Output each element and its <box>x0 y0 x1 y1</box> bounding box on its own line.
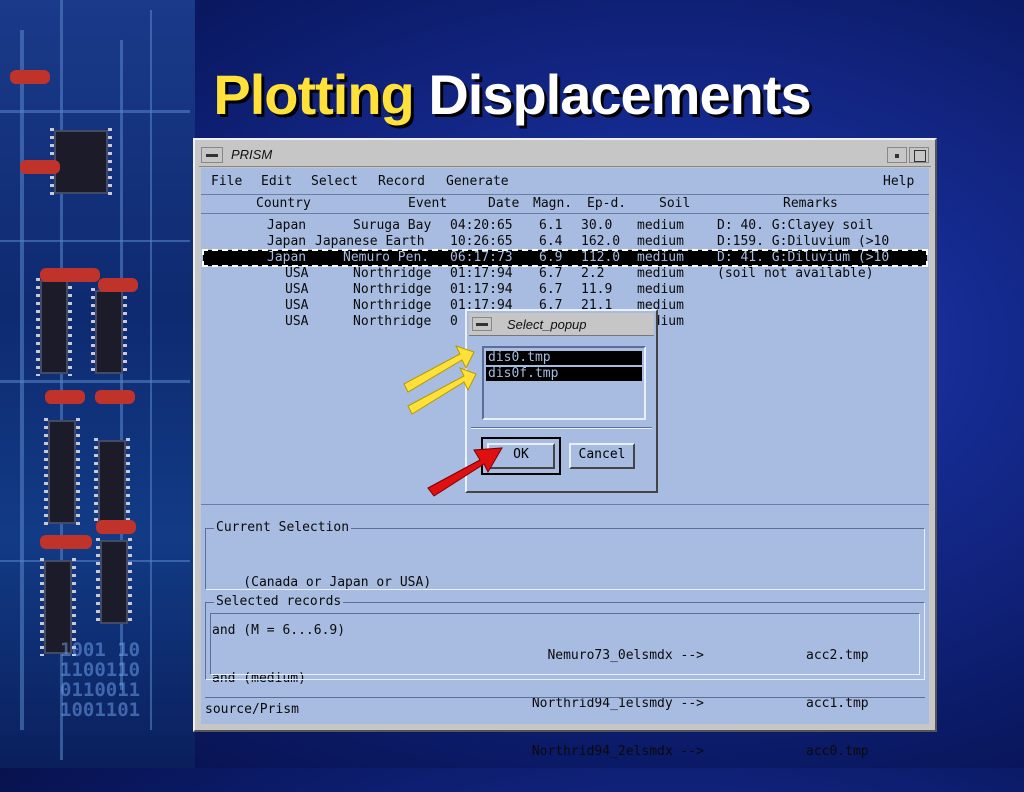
cell-epd: 162.0 <box>581 234 621 249</box>
table-row[interactable]: Japan Japanese Earth 10:26:65 6.4 162.0 mediu… <box>203 234 927 250</box>
selected-records-legend: Selected records <box>214 594 344 609</box>
col-remarks[interactable]: Remarks <box>783 196 838 211</box>
cell-event: Suruga Bay <box>353 218 432 233</box>
menu-help[interactable]: Help <box>883 174 914 189</box>
cell-date: 04:20:65 <box>450 218 513 233</box>
popup-separator <box>471 427 652 429</box>
cell-country: USA <box>285 298 309 313</box>
cell-soil: medium <box>637 250 684 265</box>
cell-remarks: D: 40. G:Clayey soil <box>717 218 874 233</box>
col-soil[interactable]: Soil <box>659 196 690 211</box>
cell-soil: medium <box>637 234 684 249</box>
cell-epd: 2.2 <box>581 266 605 281</box>
menu-select[interactable]: Select <box>311 174 358 189</box>
col-epd[interactable]: Ep-d. <box>587 196 626 211</box>
cell-date: 06:17:73 <box>450 250 513 265</box>
file-list[interactable]: dis0.tmp dis0f.tmp <box>482 346 646 420</box>
cell-soil: medium <box>637 218 684 233</box>
cell-epd: 30.0 <box>581 218 613 233</box>
file-item[interactable]: dis0f.tmp <box>486 367 642 381</box>
cell-magn: 6.9 <box>539 250 563 265</box>
column-headers: Country Event Date Magn. Ep-d. Soil Rema… <box>201 195 929 214</box>
cell-remarks: (soil not available) <box>717 266 874 281</box>
table-row[interactable]: Japan Nemuro Pen. 06:17:73 6.9 112.0 medium D:… <box>202 249 928 267</box>
cell-country: Japan <box>267 218 307 233</box>
cell-magn: 6.1 <box>539 218 563 233</box>
window-menu-button[interactable] <box>201 147 223 163</box>
table-row[interactable]: USA Northridge 01:17:94 6.7 11.9 medium <box>203 282 927 298</box>
cell-remarks: D: 41. G:Diluvium (>10 <box>717 250 890 265</box>
window-title: PRISM <box>231 147 273 162</box>
cell-magn: 6.4 <box>539 234 563 249</box>
menu-edit[interactable]: Edit <box>261 174 292 189</box>
selected-records-group: Selected records Nemuro73_0elsmdx --> No… <box>205 594 925 759</box>
cell-epd: 112.0 <box>581 250 621 265</box>
cell-magn: 6.7 <box>539 266 563 281</box>
cell-event: Northridge <box>353 266 432 281</box>
col-date[interactable]: Date <box>488 196 519 211</box>
maximize-button[interactable] <box>909 147 929 163</box>
record-source: Northrid94_2elsmdx --> <box>531 744 704 759</box>
table-row[interactable]: USA Northridge 01:17:94 6.7 2.2 medium (soil n… <box>203 266 927 282</box>
red-arrow-icon <box>427 447 503 497</box>
cell-soil: medium <box>637 266 684 281</box>
title-bar[interactable]: PRISM <box>199 144 931 167</box>
table-row[interactable]: Japan Suruga Bay 04:20:65 6.1 30.0 medium D: 4… <box>203 218 927 234</box>
popup-title-bar[interactable]: Select_popup <box>469 313 654 336</box>
status-bar: source/Prism <box>205 697 925 722</box>
cell-country: Japan <box>267 250 307 265</box>
minimize-button[interactable] <box>887 147 907 163</box>
record-target: acc0.tmp <box>806 744 869 759</box>
cell-event: Northridge <box>353 298 432 313</box>
cell-soil: medium <box>637 282 684 297</box>
status-text: source/Prism <box>205 702 299 717</box>
cell-date: 01:17:94 <box>450 282 513 297</box>
current-selection-group: Current Selection (Canada or Japan or US… <box>205 520 925 686</box>
cell-event: Northridge <box>353 282 432 297</box>
cell-epd: 11.9 <box>581 282 613 297</box>
cell-country: USA <box>285 282 309 297</box>
col-country[interactable]: Country <box>256 196 311 211</box>
current-selection-legend: Current Selection <box>214 520 352 535</box>
cell-country: USA <box>285 266 309 281</box>
yellow-arrow-icon <box>403 345 477 415</box>
cell-country: USA <box>285 314 309 329</box>
cell-magn: 6.7 <box>539 282 563 297</box>
selection-line: (Canada or Japan or USA) <box>212 575 432 590</box>
cancel-button[interactable]: Cancel <box>569 443 635 469</box>
slide-title-highlight: Plotting <box>213 63 414 126</box>
record-target: acc2.tmp <box>806 648 869 663</box>
popup-menu-button[interactable] <box>472 317 492 331</box>
cell-date: 0 <box>450 314 458 329</box>
menu-file[interactable]: File <box>211 174 242 189</box>
cell-event: Nemuro Pen. <box>343 250 430 265</box>
cell-date: 01:17:94 <box>450 266 513 281</box>
menu-record[interactable]: Record <box>378 174 425 189</box>
cell-country: Japan <box>267 234 307 249</box>
slide-title-rest: Displacements <box>428 63 811 126</box>
file-item[interactable]: dis0.tmp <box>486 351 642 365</box>
slide-title: Plotting Displacements <box>0 62 1024 127</box>
col-magn[interactable]: Magn. <box>533 196 572 211</box>
cell-event: Northridge <box>353 314 432 329</box>
popup-title: Select_popup <box>507 317 587 332</box>
menu-generate[interactable]: Generate <box>446 174 509 189</box>
cell-remarks: D:159. G:Diluvium (>10 <box>717 234 890 249</box>
menu-bar: File Edit Select Record Generate Help <box>201 168 929 195</box>
record-source: Nemuro73_0elsmdx --> <box>547 648 704 663</box>
cell-event: Japanese Earth <box>315 234 425 249</box>
selected-records-list[interactable]: Nemuro73_0elsmdx --> Northrid94_1elsmdy … <box>210 613 920 759</box>
col-event[interactable]: Event <box>408 196 447 211</box>
cell-date: 10:26:65 <box>450 234 513 249</box>
